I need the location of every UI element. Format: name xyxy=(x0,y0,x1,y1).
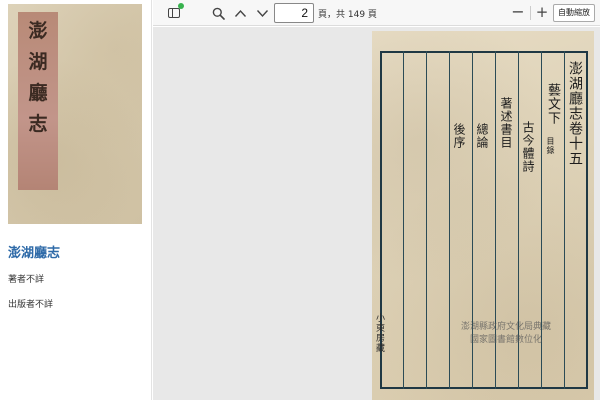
toc-entry-general-discussion: 總論 xyxy=(475,123,489,149)
pdf-toolbar: 頁，共 149 頁 − + 自動縮放 xyxy=(153,0,600,26)
cover-title-label: 澎 湖 廳 志 xyxy=(18,12,58,190)
page-count-label: 頁，共 149 頁 xyxy=(318,10,377,20)
chevron-down-icon[interactable] xyxy=(253,4,271,22)
toc-entry-poems: 古今體詩 xyxy=(521,121,535,173)
collection-mark-text: 小東房藏 xyxy=(374,313,384,353)
section-title-text: 藝文下 xyxy=(545,83,560,125)
library-watermark: 澎湖縣政府文化局典藏 國家圖書館數位化 xyxy=(426,321,586,347)
chevron-up-icon[interactable] xyxy=(231,4,249,22)
chevron-up-glyph xyxy=(234,9,246,17)
book-info-panel: 澎 湖 廳 志 澎湖廳志 著者不詳 出版者不詳 xyxy=(0,0,152,400)
author-text: 著者不詳 xyxy=(8,275,45,285)
volume-title-text: 澎湖廳志卷十五 xyxy=(567,61,583,166)
search-glyph xyxy=(212,7,225,20)
search-icon[interactable] xyxy=(209,4,227,22)
page-number-input[interactable] xyxy=(274,3,314,23)
cover-label-char: 澎 xyxy=(28,20,48,42)
contents-label-text: 目錄 xyxy=(546,137,555,155)
cover-label-char: 志 xyxy=(28,113,48,135)
sidebar-toggle-icon[interactable] xyxy=(165,3,184,22)
toc-entry-bibliography: 著述書目 xyxy=(499,97,513,149)
document-page: 澎湖廳志卷十五 藝文下 目錄 古今體詩 著述書目 總論 後序 小東房藏 澎湖縣政… xyxy=(372,31,594,400)
column-rule xyxy=(403,51,404,389)
zoom-mode-select[interactable]: 自動縮放 xyxy=(553,4,595,22)
zoom-in-button[interactable]: + xyxy=(533,3,551,21)
status-dot xyxy=(178,3,184,9)
toc-entry-postscript: 後序 xyxy=(452,123,466,149)
sidebar-box-shape xyxy=(168,8,180,18)
watermark-line: 澎湖縣政府文化局典藏 xyxy=(460,322,551,332)
book-title-link[interactable]: 澎湖廳志 xyxy=(8,242,60,261)
chevron-down-glyph xyxy=(256,9,268,17)
document-viewer[interactable]: 澎湖廳志卷十五 藝文下 目錄 古今體詩 著述書目 總論 後序 小東房藏 澎湖縣政… xyxy=(153,27,600,400)
cover-label-char: 廳 xyxy=(28,82,48,104)
cover-label-char: 湖 xyxy=(28,51,48,73)
publisher-text: 出版者不詳 xyxy=(8,300,54,310)
zoom-out-button[interactable]: − xyxy=(509,3,527,21)
watermark-line: 國家圖書館數位化 xyxy=(469,335,542,345)
book-cover-image[interactable]: 澎 湖 廳 志 xyxy=(8,4,142,224)
toolbar-divider xyxy=(530,6,531,20)
